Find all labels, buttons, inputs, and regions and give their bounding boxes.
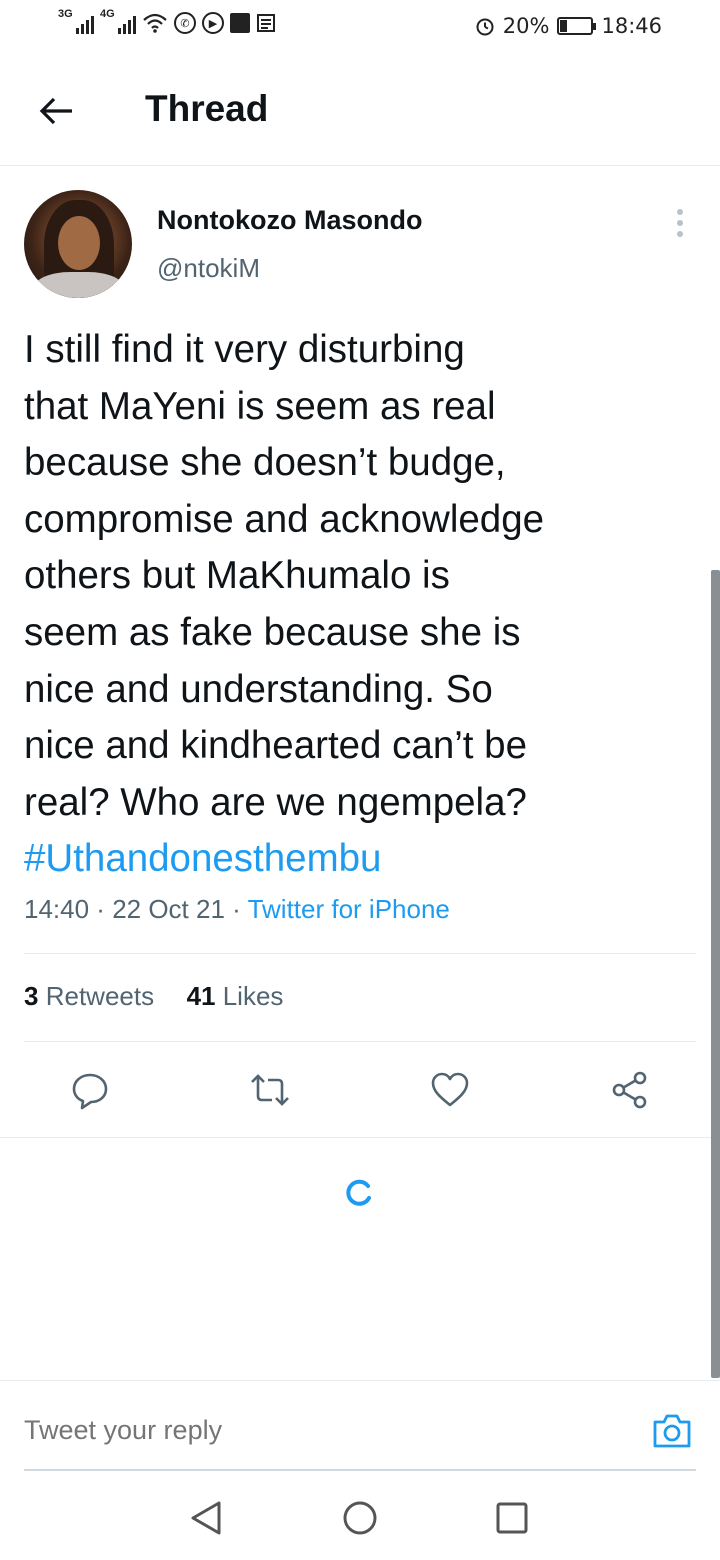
reply-composer [0,1380,720,1471]
tweet-date: 22 Oct 21 [112,894,225,924]
battery-icon [557,17,597,35]
tweet-time: 14:40 [24,894,90,924]
reply-input[interactable] [24,1415,604,1446]
likes-count: 41 [186,981,216,1011]
reply-button[interactable] [68,1068,112,1112]
arrow-left-icon [39,97,72,125]
avatar[interactable] [24,190,132,298]
retweets-label: Retweets [45,981,155,1011]
like-button[interactable] [428,1068,472,1112]
tweet-source-link[interactable]: Twitter for iPhone [248,894,450,924]
nav-home-button[interactable] [338,1496,382,1540]
status-icons-right: 20% 18:46 [475,14,662,38]
tweet-line: nice and kindhearted can’t be [24,724,528,768]
clock: 18:46 [601,14,662,38]
author-display-name[interactable]: Nontokozo Masondo [157,205,422,236]
app-notification-icon [230,13,250,33]
camera-button[interactable] [648,1409,696,1453]
tweet-meta: 14:40 · 22 Oct 21 · Twitter for iPhone [24,894,450,925]
tweet-line: others but MaKhumalo is [24,554,450,598]
scrollbar[interactable] [711,570,720,1378]
cellular-signal-2-icon: 4G [100,8,136,34]
retweet-icon [251,1074,289,1106]
signal-2-tag: 4G [100,8,115,20]
heart-icon [431,1072,469,1107]
tweet-line: that MaYeni is seem as real [24,384,496,428]
camera-icon [653,1414,691,1448]
tweet-stats: 3 Retweets 41 Likes [24,981,283,1012]
wifi-icon [143,13,167,33]
tweet-text: I still find it very disturbing that MaY… [24,322,684,888]
retweets-stat[interactable]: 3 Retweets [24,981,154,1011]
tweet-line: real? Who are we ngempela? [24,780,527,824]
divider [24,953,696,954]
page-title: Thread [145,88,269,129]
retweet-button[interactable] [248,1068,292,1112]
tweet-line: seem as fake because she is [24,610,521,654]
status-bar: 3G 4G ✆ ▶ 20% 18:46 [0,0,720,56]
more-vertical-icon [677,209,683,215]
top-app-bar: Thread [0,56,720,166]
tweet-line: compromise and acknowledge [24,497,545,541]
nav-back-button[interactable] [184,1496,228,1540]
likes-label: Likes [222,981,284,1011]
more-options-button[interactable] [668,206,692,240]
reply-icon [72,1073,108,1110]
news-icon [257,14,275,32]
share-button[interactable] [608,1068,652,1112]
author-handle[interactable]: @ntokiM [157,253,260,284]
tweet-line: I still find it very disturbing [24,328,465,371]
likes-stat[interactable]: 41 Likes [187,981,284,1011]
tweet-line: nice and understanding. So [24,667,493,711]
back-button[interactable] [34,89,78,133]
square-recents-icon [496,1502,528,1534]
alarm-icon [476,18,494,36]
share-icon [612,1071,647,1109]
meta-separator: · [224,894,248,924]
cellular-signal-1-icon: 3G [58,8,94,34]
retweets-count: 3 [24,981,39,1011]
signal-1-tag: 3G [58,8,73,20]
loading-spinner-icon [346,1179,371,1206]
tweet-line: because she doesn’t budge, [24,441,506,485]
divider [24,1041,696,1042]
reply-input-underline [24,1469,696,1471]
whatsapp-icon: ✆ [174,12,196,34]
nav-recents-button[interactable] [490,1496,534,1540]
hashtag-link[interactable]: #Uthandonesthembu [24,831,684,888]
battery-percent: 20% [502,14,550,38]
circle-home-icon [343,1501,377,1535]
triangle-back-icon [191,1501,221,1535]
status-icons-left: 3G 4G ✆ ▶ [58,8,276,34]
play-icon: ▶ [202,12,224,34]
system-navigation-bar [0,1472,720,1560]
meta-separator: · [89,894,113,924]
divider [0,1137,720,1138]
